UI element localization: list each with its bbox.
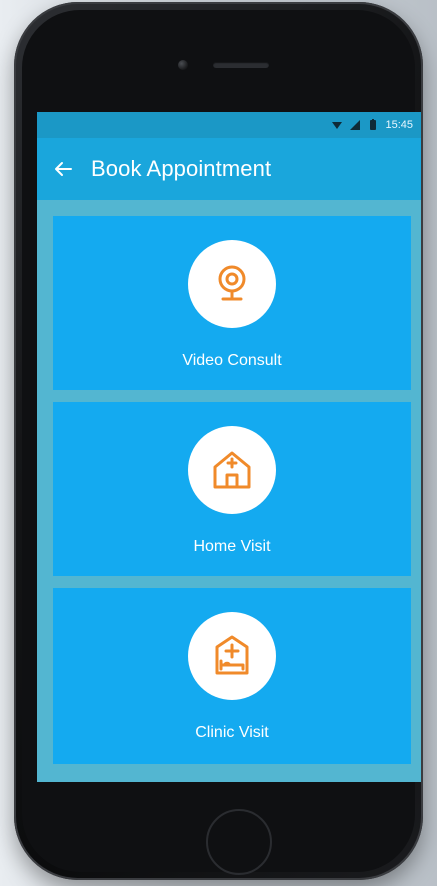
page-title: Book Appointment — [91, 156, 272, 181]
option-label: Clinic Visit — [195, 724, 269, 741]
earpiece-speaker — [213, 62, 269, 68]
back-arrow-icon[interactable] — [49, 155, 77, 183]
home-visit-option[interactable]: Home Visit — [53, 402, 411, 576]
status-time: 15:45 — [385, 119, 413, 131]
status-bar: 15:45 — [37, 112, 421, 138]
option-label: Home Visit — [193, 538, 271, 555]
clinic-visit-option[interactable]: Clinic Visit — [53, 588, 411, 764]
video-consult-option[interactable]: Video Consult — [53, 216, 411, 390]
option-label: Video Consult — [182, 352, 282, 369]
home-medical-icon — [188, 426, 276, 514]
app-screen: 15:45 Book Appointment Video Consult Hom… — [37, 112, 421, 782]
battery-icon — [367, 119, 379, 131]
home-button[interactable] — [206, 809, 272, 875]
appointment-options: Video Consult Home Visit Clinic Visit — [53, 216, 411, 764]
wifi-icon — [331, 119, 343, 131]
front-camera — [178, 60, 188, 70]
signal-icon — [349, 119, 361, 131]
webcam-icon — [188, 240, 276, 328]
clinic-bed-icon — [188, 612, 276, 700]
app-bar: Book Appointment — [37, 138, 421, 200]
